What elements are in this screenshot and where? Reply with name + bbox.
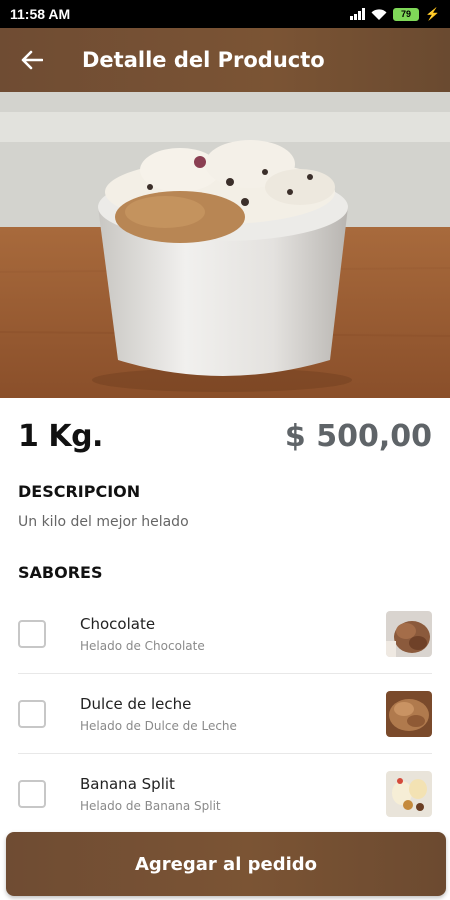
wifi-icon [371,8,387,20]
flavors-title: SABORES [18,563,103,582]
back-button[interactable] [0,28,64,92]
battery-icon: 79 [393,7,420,21]
flavor-name: Banana Split [80,775,175,793]
flavor-subtitle: Helado de Chocolate [80,638,205,653]
flavor-checkbox[interactable] [18,619,46,648]
flavor-item-banana-split[interactable]: Banana Split Helado de Banana Split [18,754,432,834]
add-to-order-button[interactable]: Agregar al pedido [6,832,446,896]
product-price: $ 500,00 [284,418,432,454]
flavor-list: Chocolate Helado de Chocolate Dulce de l… [18,594,432,834]
product-image [0,92,450,398]
flavor-subtitle: Helado de Banana Split [80,799,221,813]
app-bar: Detalle del Producto [0,28,450,92]
flavor-item-dulce-de-leche[interactable]: Dulce de leche Helado de Dulce de Leche [18,674,432,754]
flavor-thumbnail [386,690,432,737]
page-title: Detalle del Producto [82,48,325,72]
arrow-left-icon [21,50,43,70]
flavor-checkbox[interactable] [18,699,46,728]
product-name: 1 Kg. [18,418,103,454]
flavor-checkbox[interactable] [18,780,46,808]
charging-bolt-icon: ⚡ [425,7,440,21]
status-bar: 11:58 AM 79 ⚡ [0,0,450,28]
status-icons: 79 ⚡ [350,7,440,21]
flavor-name: Dulce de leche [80,694,192,713]
status-time: 11:58 AM [10,6,71,22]
flavor-thumbnail [386,610,432,657]
description-title: DESCRIPCION [18,482,141,501]
flavor-name: Chocolate [80,614,156,633]
signal-icon [350,8,366,20]
flavor-thumbnail [386,771,432,817]
flavor-item-chocolate[interactable]: Chocolate Helado de Chocolate [18,594,432,674]
flavor-subtitle: Helado de Dulce de Leche [80,718,237,733]
product-description: Un kilo del mejor helado [18,514,189,530]
product-summary: 1 Kg. $ 500,00 [18,416,432,456]
